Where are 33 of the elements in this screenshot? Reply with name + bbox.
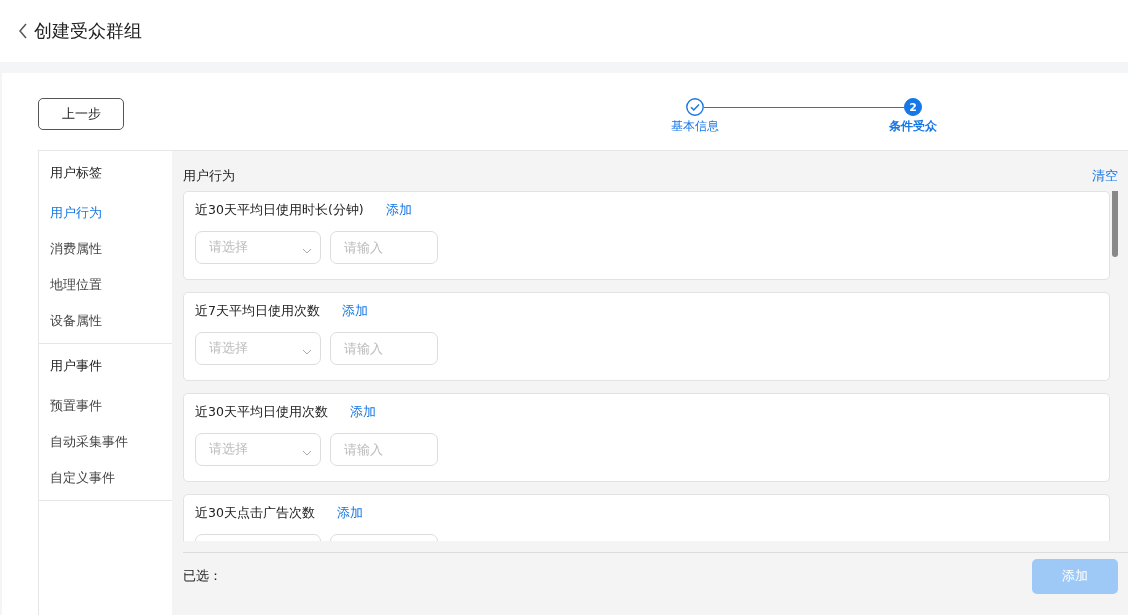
sidebar-item[interactable]: 用户行为: [50, 195, 172, 231]
input-field[interactable]: 请输入: [330, 332, 438, 365]
sidebar-item[interactable]: 预置事件: [50, 388, 172, 424]
step-label: 条件受众: [889, 118, 937, 135]
sidebar-item[interactable]: 自定义事件: [50, 460, 172, 496]
chevron-down-icon: [302, 449, 312, 456]
condition-label: 近30天平均日使用次数: [195, 404, 328, 421]
input-field[interactable]: 请输入: [330, 433, 438, 466]
chevron-down-icon: [302, 247, 312, 254]
previous-step-button[interactable]: 上一步: [38, 98, 124, 130]
section-title: 用户行为: [183, 167, 235, 185]
sidebar-group-title: 用户事件: [50, 357, 103, 375]
condition-label: 近7天平均日使用次数: [195, 303, 320, 320]
sidebar-item[interactable]: 地理位置: [50, 267, 172, 303]
sidebar-item[interactable]: 消费属性: [50, 231, 172, 267]
back-icon[interactable]: [18, 23, 28, 39]
condition-label: 近30天点击广告次数: [195, 505, 315, 522]
sidebar-group-title: 用户标签: [50, 164, 103, 182]
add-link[interactable]: 添加: [341, 303, 368, 320]
add-link[interactable]: 添加: [336, 505, 363, 522]
step-number: 2: [904, 98, 922, 116]
add-link[interactable]: 添加: [349, 404, 376, 421]
selected-label: 已选：: [183, 567, 222, 585]
condition-label: 近30天平均日使用时长(分钟): [195, 202, 364, 219]
add-link[interactable]: 添加: [385, 202, 412, 219]
sidebar-item[interactable]: 设备属性: [50, 303, 172, 339]
input-field[interactable]: 请输入: [330, 231, 438, 264]
chevron-down-icon: [302, 348, 312, 355]
page-title: 创建受众群组: [34, 19, 142, 43]
scrollbar-thumb[interactable]: [1112, 191, 1118, 257]
clear-link[interactable]: 清空: [1092, 167, 1118, 185]
sidebar-item[interactable]: 自动采集事件: [50, 424, 172, 460]
step-label: 基本信息: [671, 118, 719, 135]
